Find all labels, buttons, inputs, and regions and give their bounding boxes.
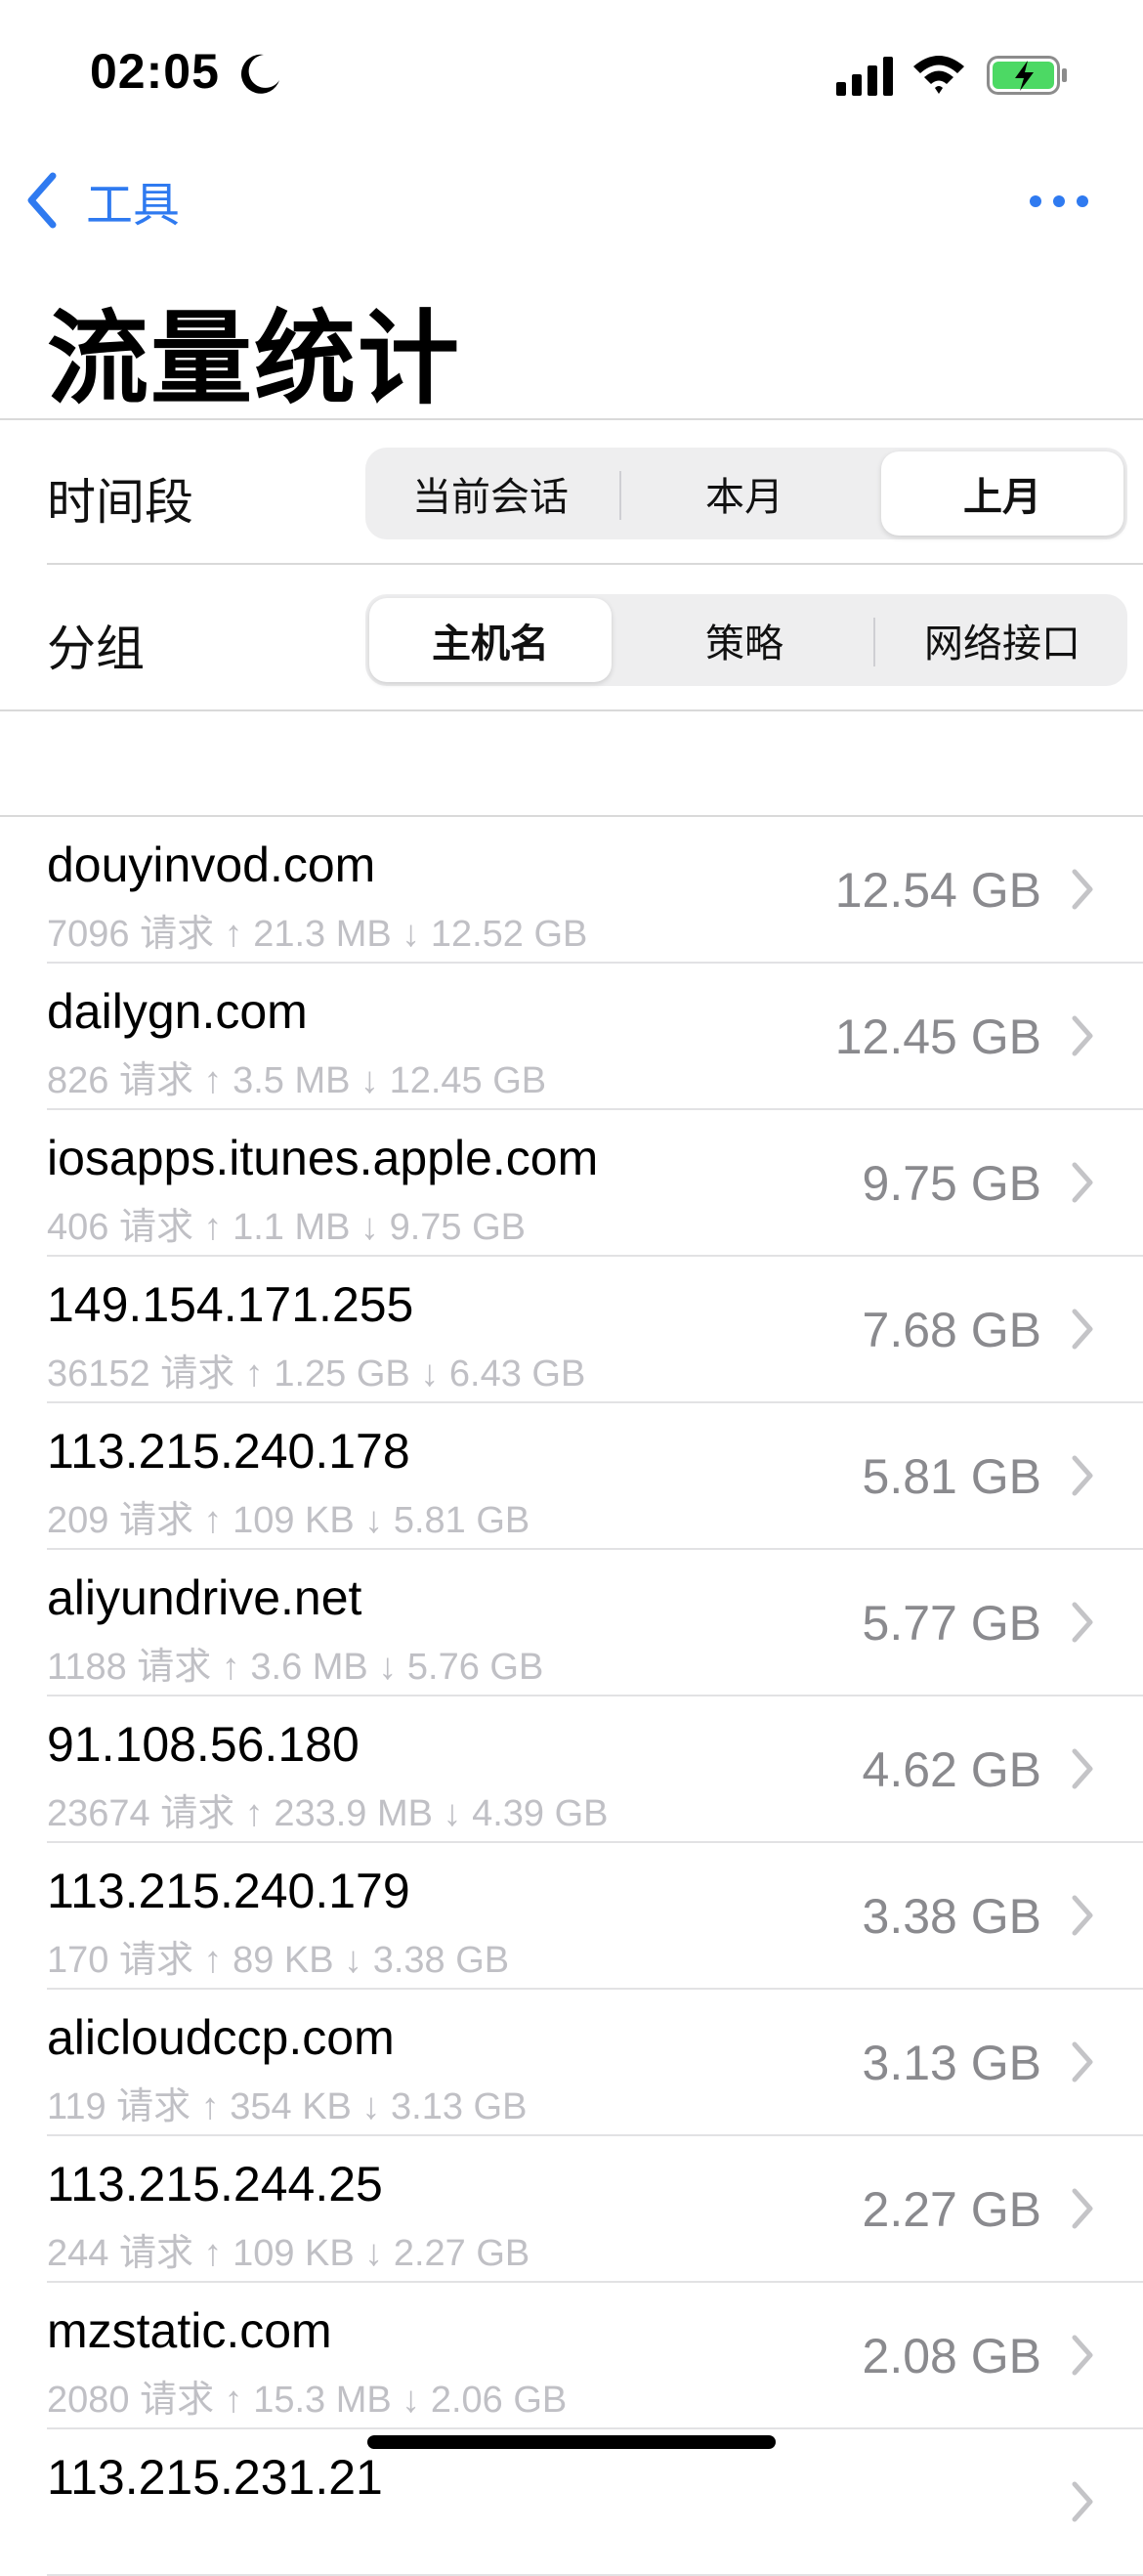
host-total-traffic: 3.38 GB xyxy=(862,1889,1041,1944)
host-total-traffic: 12.45 GB xyxy=(834,1009,1041,1064)
chevron-right-icon xyxy=(1072,1162,1093,1203)
segment-this-month[interactable]: 本月 xyxy=(623,451,866,536)
list-item[interactable]: mzstatic.com 2080 请求 ↑ 15.3 MB ↓ 2.06 GB 2… xyxy=(0,2283,1143,2429)
host-total-traffic: 5.77 GB xyxy=(862,1596,1041,1651)
segment-hostname[interactable]: 主机名 xyxy=(369,598,612,682)
chevron-right-icon xyxy=(1072,1895,1093,1936)
host-traffic-detail: 36152 请求 ↑ 1.25 GB ↓ 6.43 GB xyxy=(47,1353,586,1395)
segment-separator xyxy=(873,618,875,666)
list-item[interactable]: douyinvod.com 7096 请求 ↑ 21.3 MB ↓ 12.52 G… xyxy=(0,817,1143,964)
chevron-right-icon xyxy=(1072,2481,1093,2522)
host-total-traffic: 4.62 GB xyxy=(862,1742,1041,1797)
list-item[interactable]: alicloudccp.com 119 请求 ↑ 354 KB ↓ 3.13 GB… xyxy=(0,1990,1143,2136)
time-period-label: 时间段 xyxy=(47,475,193,530)
battery-charging-icon xyxy=(987,56,1067,95)
host-traffic-detail: 170 请求 ↑ 89 KB ↓ 3.38 GB xyxy=(47,1940,510,1981)
home-indicator[interactable] xyxy=(367,2435,776,2449)
header-divider xyxy=(0,418,1143,420)
row-divider xyxy=(47,563,1143,565)
host-name: 113.215.240.179 xyxy=(47,1864,410,1918)
segment-current-session[interactable]: 当前会话 xyxy=(369,451,612,536)
list-item[interactable]: 91.108.56.180 23674 请求 ↑ 233.9 MB ↓ 4.39 … xyxy=(0,1696,1143,1843)
time-period-segmented-control: 当前会话 本月 上月 xyxy=(365,448,1127,539)
host-name: dailygn.com xyxy=(47,984,308,1039)
host-traffic-detail: 7096 请求 ↑ 21.3 MB ↓ 12.52 GB xyxy=(47,914,588,955)
page-title: 流量统计 xyxy=(47,303,462,416)
chevron-left-icon xyxy=(27,172,57,229)
back-button[interactable]: 工具 xyxy=(23,166,180,235)
host-total-traffic: 2.08 GB xyxy=(862,2329,1041,2383)
host-name: mzstatic.com xyxy=(47,2303,332,2358)
host-name: iosapps.itunes.apple.com xyxy=(47,1131,599,1185)
list-item[interactable]: iosapps.itunes.apple.com 406 请求 ↑ 1.1 MB … xyxy=(0,1110,1143,1257)
host-traffic-detail: 1188 请求 ↑ 3.6 MB ↓ 5.76 GB xyxy=(47,1647,544,1688)
host-name: 113.215.244.25 xyxy=(47,2157,383,2211)
section-divider xyxy=(0,709,1143,711)
status-bar: 02:05 xyxy=(0,0,1143,147)
chevron-right-icon xyxy=(1072,2335,1093,2376)
host-total-traffic: 2.27 GB xyxy=(862,2182,1041,2237)
host-traffic-detail: 23674 请求 ↑ 233.9 MB ↓ 4.39 GB xyxy=(47,1793,609,1834)
chevron-right-icon xyxy=(1072,1748,1093,1789)
list-item[interactable]: 113.215.240.179 170 请求 ↑ 89 KB ↓ 3.38 GB 3… xyxy=(0,1843,1143,1990)
host-name: douyinvod.com xyxy=(47,837,376,892)
cellular-signal-icon xyxy=(836,57,893,96)
chevron-right-icon xyxy=(1072,2188,1093,2229)
host-traffic-detail: 2080 请求 ↑ 15.3 MB ↓ 2.06 GB xyxy=(47,2380,568,2421)
host-name: aliyundrive.net xyxy=(47,1570,362,1625)
host-name: 91.108.56.180 xyxy=(47,1717,360,1772)
host-name: 113.215.231.21 xyxy=(47,2450,383,2505)
list-item[interactable]: dailygn.com 826 请求 ↑ 3.5 MB ↓ 12.45 GB 12.… xyxy=(0,964,1143,1110)
host-name: alicloudccp.com xyxy=(47,2010,395,2065)
segment-separator xyxy=(619,471,621,520)
host-name: 113.215.240.178 xyxy=(47,1424,410,1479)
chevron-right-icon xyxy=(1072,1015,1093,1056)
host-list: douyinvod.com 7096 请求 ↑ 21.3 MB ↓ 12.52 G… xyxy=(0,817,1143,2576)
host-traffic-detail: 119 请求 ↑ 354 KB ↓ 3.13 GB xyxy=(47,2086,528,2127)
chevron-right-icon xyxy=(1072,1455,1093,1496)
host-traffic-detail: 826 请求 ↑ 3.5 MB ↓ 12.45 GB xyxy=(47,1060,547,1101)
host-traffic-detail: 406 请求 ↑ 1.1 MB ↓ 9.75 GB xyxy=(47,1207,526,1248)
host-total-traffic: 7.68 GB xyxy=(862,1303,1041,1357)
list-item[interactable]: 149.154.171.255 36152 请求 ↑ 1.25 GB ↓ 6.43… xyxy=(0,1257,1143,1403)
back-label: 工具 xyxy=(86,180,181,232)
host-traffic-detail: 209 请求 ↑ 109 KB ↓ 5.81 GB xyxy=(47,1500,530,1541)
list-item[interactable]: 113.215.231.21 xyxy=(0,2429,1143,2576)
wifi-icon xyxy=(913,56,964,94)
segment-network-interface[interactable]: 网络接口 xyxy=(881,598,1123,682)
more-options-icon[interactable] xyxy=(1028,182,1090,221)
host-traffic-detail: 244 请求 ↑ 109 KB ↓ 2.27 GB xyxy=(47,2233,530,2274)
moon-icon xyxy=(240,54,279,94)
segment-last-month[interactable]: 上月 xyxy=(881,451,1123,536)
chevron-right-icon xyxy=(1072,1602,1093,1643)
list-item[interactable]: 113.215.240.178 209 请求 ↑ 109 KB ↓ 5.81 GB… xyxy=(0,1403,1143,1550)
chevron-right-icon xyxy=(1072,869,1093,910)
host-total-traffic: 5.81 GB xyxy=(862,1449,1041,1504)
host-total-traffic: 9.75 GB xyxy=(862,1156,1041,1211)
grouping-label: 分组 xyxy=(47,622,145,676)
segment-policy[interactable]: 策略 xyxy=(623,598,866,682)
status-time: 02:05 xyxy=(90,44,220,99)
host-total-traffic: 12.54 GB xyxy=(834,863,1041,918)
chevron-right-icon xyxy=(1072,2041,1093,2082)
host-total-traffic: 3.13 GB xyxy=(862,2036,1041,2090)
host-name: 149.154.171.255 xyxy=(47,1277,414,1332)
chevron-right-icon xyxy=(1072,1309,1093,1350)
list-item[interactable]: aliyundrive.net 1188 请求 ↑ 3.6 MB ↓ 5.76 G… xyxy=(0,1550,1143,1696)
grouping-segmented-control: 主机名 策略 网络接口 xyxy=(365,594,1127,686)
list-item[interactable]: 113.215.244.25 244 请求 ↑ 109 KB ↓ 2.27 GB 2… xyxy=(0,2136,1143,2283)
